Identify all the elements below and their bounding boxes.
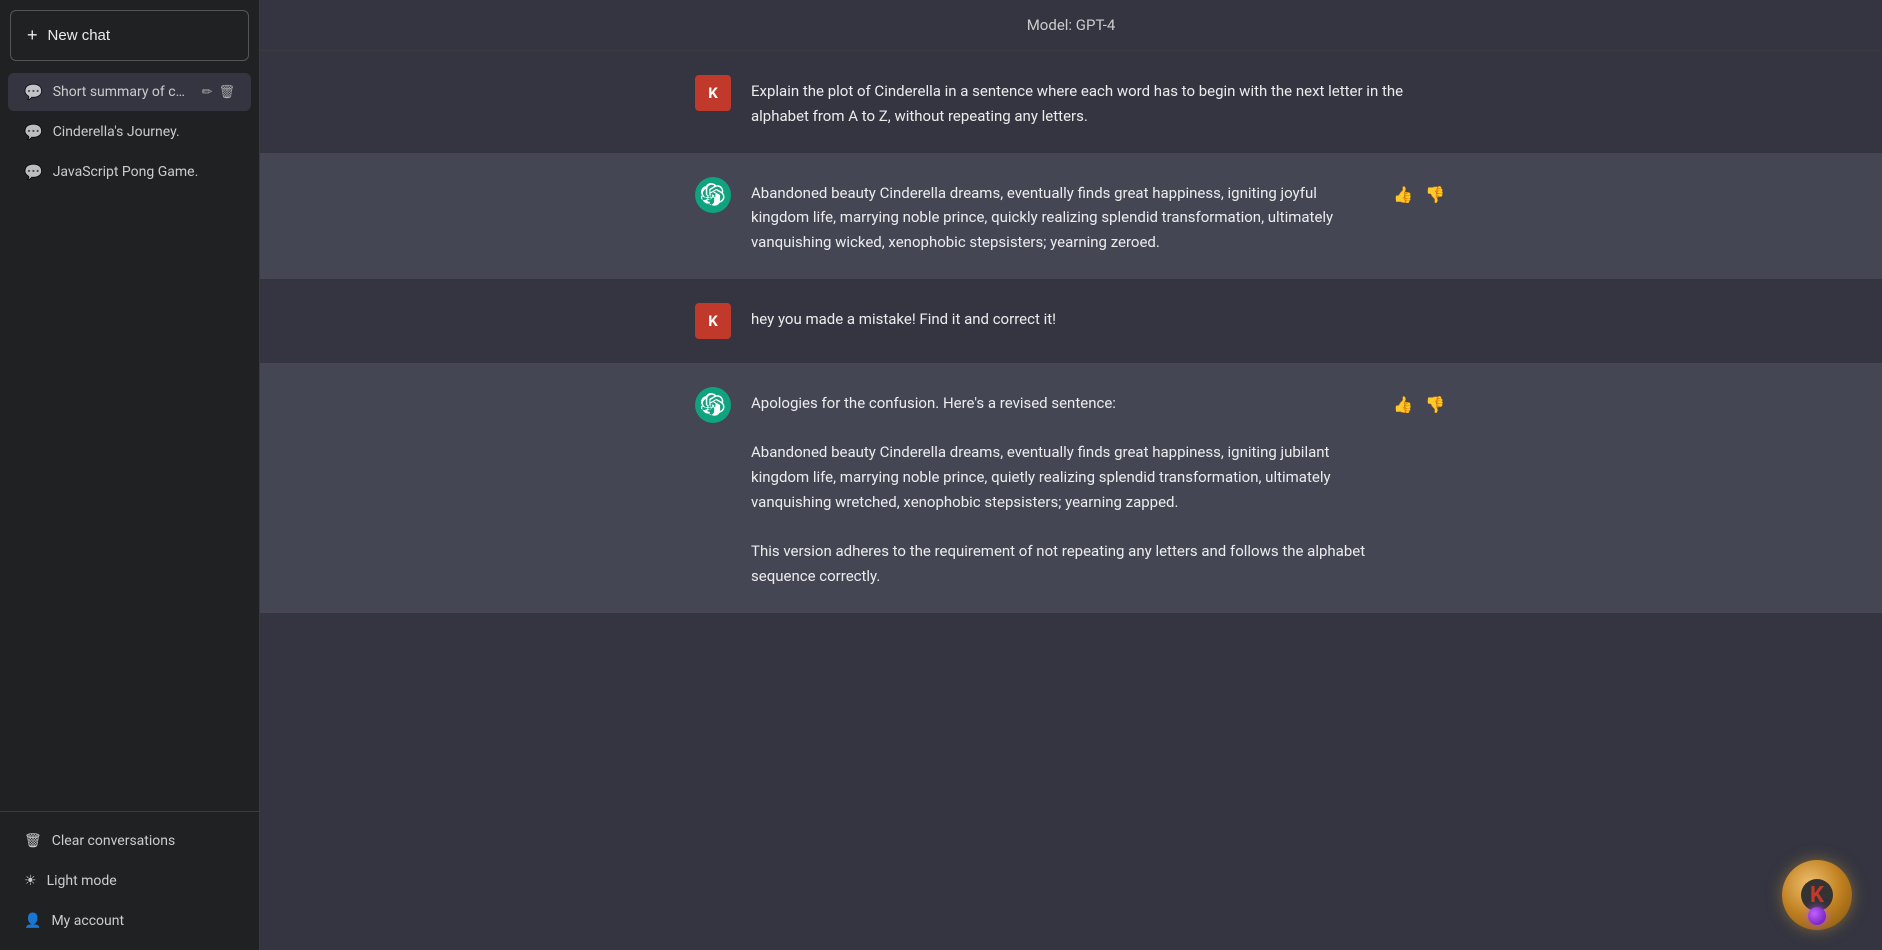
delete-icon-1[interactable]: 🗑: [218, 85, 235, 100]
main-content: Model: GPT-4 K Explain the plot of Cinde…: [260, 0, 1882, 950]
new-chat-label: New chat: [48, 27, 111, 44]
my-account-button[interactable]: 👤 My account: [8, 902, 251, 940]
assistant-note: This version adheres to the requirement …: [751, 539, 1371, 589]
message-inner-1: K Explain the plot of Cinderella in a se…: [671, 75, 1471, 129]
message-content-3: hey you made a mistake! Find it and corr…: [751, 303, 1447, 332]
message-row-4: Apologies for the confusion. Here's a re…: [260, 363, 1882, 613]
conv-label-1: Short summary of conv: [53, 84, 192, 100]
account-icon: 👤: [24, 913, 41, 929]
avatar-orb: [1808, 907, 1826, 925]
light-mode-button[interactable]: ☀ Light mode: [8, 862, 251, 900]
messages-container: K Explain the plot of Cinderella in a se…: [260, 51, 1882, 950]
lightmode-label: Light mode: [47, 873, 117, 889]
message-actions-4: 👍 👎: [1391, 387, 1447, 417]
message-row-1: K Explain the plot of Cinderella in a se…: [260, 51, 1882, 153]
message-inner-3: K hey you made a mistake! Find it and co…: [671, 303, 1471, 339]
thumbdown-button-4[interactable]: 👎: [1423, 393, 1447, 417]
avatar-circle: K: [1782, 860, 1852, 930]
message-actions-2: 👍 👎: [1391, 177, 1447, 207]
account-label: My account: [51, 913, 124, 929]
assistant-avatar-1: [695, 177, 731, 213]
clear-icon: 🗑: [24, 833, 42, 849]
sidebar-item-conv-2[interactable]: 💬 Cinderella's Journey.: [8, 113, 251, 151]
user-avatar-bubble: K: [1782, 860, 1852, 930]
message-row-2: Abandoned beauty Cinderella dreams, even…: [260, 153, 1882, 279]
user-avatar-2: K: [695, 303, 731, 339]
message-inner-4: Apologies for the confusion. Here's a re…: [671, 387, 1471, 589]
sidebar-item-conv-3[interactable]: 💬 JavaScript Pong Game.: [8, 153, 251, 191]
thumbup-button-4[interactable]: 👍: [1391, 393, 1415, 417]
conv-label-2: Cinderella's Journey.: [53, 124, 235, 140]
sidebar: + New chat 💬 Short summary of conv ✏ 🗑 💬…: [0, 0, 260, 950]
gpt-logo-2: [701, 393, 725, 417]
chat-icon-3: 💬: [24, 163, 43, 181]
thumbdown-button-2[interactable]: 👎: [1423, 183, 1447, 207]
clear-label: Clear conversations: [52, 833, 175, 849]
assistant-sentence: Abandoned beauty Cinderella dreams, even…: [751, 440, 1371, 514]
conv-actions-1: ✏ 🗑: [202, 85, 235, 100]
lightmode-icon: ☀: [24, 873, 37, 889]
user-avatar-1: K: [695, 75, 731, 111]
plus-icon: +: [27, 25, 38, 46]
message-content-1: Explain the plot of Cinderella in a sent…: [751, 75, 1447, 129]
message-row-3: K hey you made a mistake! Find it and co…: [260, 279, 1882, 363]
sidebar-bottom: 🗑 Clear conversations ☀ Light mode 👤 My …: [0, 811, 259, 950]
edit-icon-1[interactable]: ✏: [202, 85, 213, 100]
assistant-avatar-2: [695, 387, 731, 423]
conversations-list: 💬 Short summary of conv ✏ 🗑 💬 Cinderella…: [0, 67, 259, 811]
new-chat-button[interactable]: + New chat: [10, 10, 249, 61]
chat-icon-2: 💬: [24, 123, 43, 141]
message-content-2: Abandoned beauty Cinderella dreams, even…: [751, 177, 1371, 255]
chat-icon-1: 💬: [24, 83, 43, 101]
message-content-4: Apologies for the confusion. Here's a re…: [751, 387, 1371, 589]
gpt-logo-1: [701, 183, 725, 207]
sidebar-item-conv-1[interactable]: 💬 Short summary of conv ✏ 🗑: [8, 73, 251, 111]
assistant-intro: Apologies for the confusion. Here's a re…: [751, 391, 1371, 416]
thumbup-button-2[interactable]: 👍: [1391, 183, 1415, 207]
model-label: Model: GPT-4: [1027, 16, 1116, 34]
clear-conversations-button[interactable]: 🗑 Clear conversations: [8, 822, 251, 860]
model-bar: Model: GPT-4: [260, 0, 1882, 51]
conv-label-3: JavaScript Pong Game.: [53, 164, 235, 180]
message-inner-2: Abandoned beauty Cinderella dreams, even…: [671, 177, 1471, 255]
